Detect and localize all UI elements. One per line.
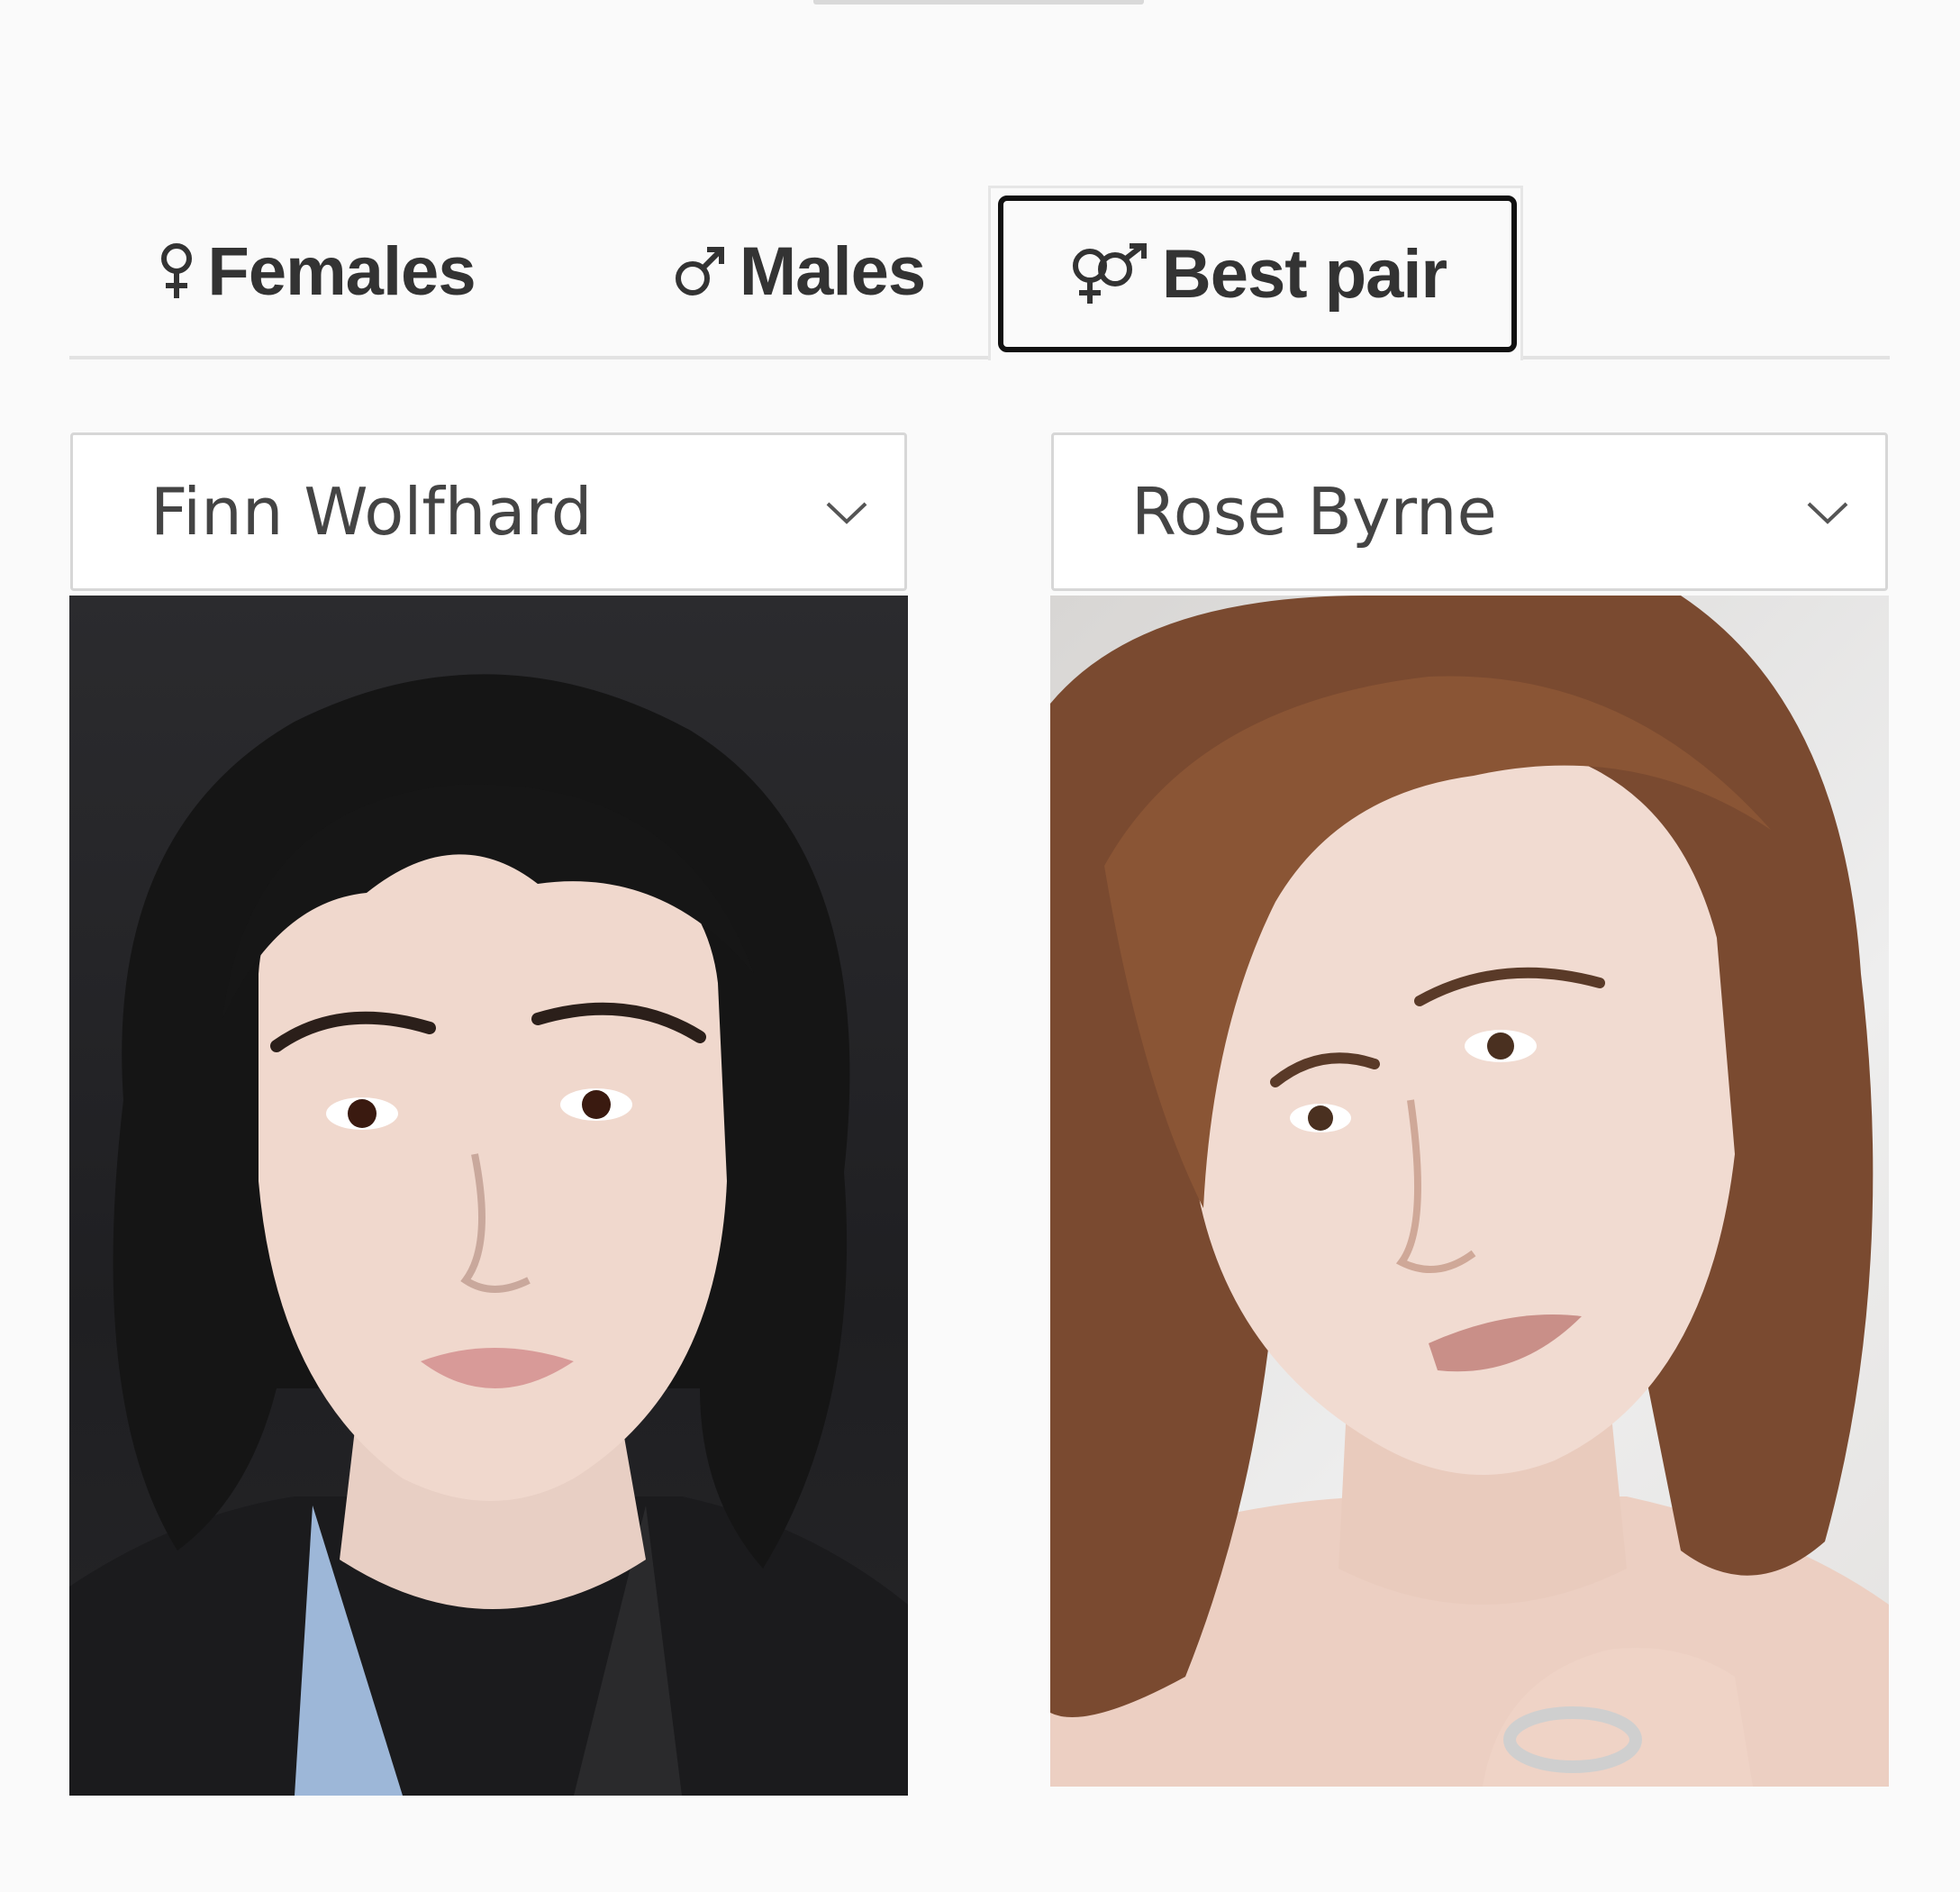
male-icon	[673, 244, 727, 298]
tab-females-label: Females	[207, 232, 476, 310]
tab-best-pair-focus-ring: Best pair	[998, 196, 1517, 352]
left-person-select[interactable]: Finn Wolfhard	[70, 432, 907, 591]
tab-females[interactable]: Females	[123, 186, 511, 357]
tab-males[interactable]: Males	[619, 186, 979, 357]
scroll-indicator	[813, 0, 1144, 5]
tab-best-pair-label: Best pair	[1161, 235, 1447, 313]
gender-tabs: Females Males Best pair	[69, 186, 1890, 360]
couple-icon	[1068, 242, 1149, 305]
right-person-select-value: Rose Byrne	[1131, 474, 1497, 550]
right-person-select[interactable]: Rose Byrne	[1051, 432, 1888, 591]
chevron-down-icon	[1802, 494, 1853, 530]
left-person-select-value: Finn Wolfhard	[150, 474, 593, 550]
tab-best-pair[interactable]: Best pair	[988, 186, 1523, 360]
chevron-down-icon	[821, 494, 872, 530]
female-icon	[159, 242, 195, 300]
left-person-photo	[69, 596, 908, 1796]
right-person-photo	[1050, 596, 1889, 1787]
tab-males-label: Males	[739, 232, 926, 310]
page: Females Males Best pair Finn Wolfhard Ro…	[0, 0, 1960, 1892]
